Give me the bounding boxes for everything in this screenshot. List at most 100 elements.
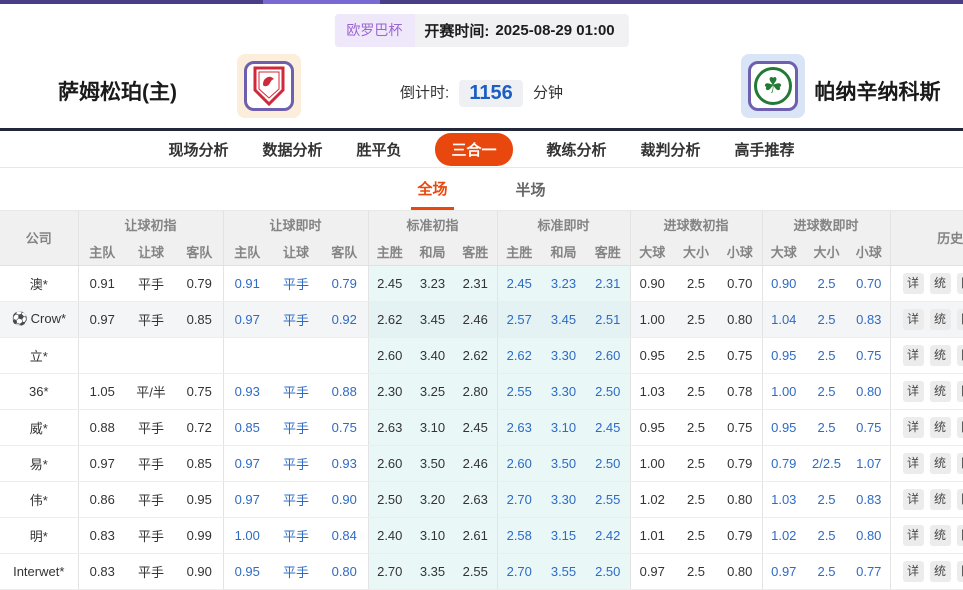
odds-cell[interactable]: 2.45 [586, 409, 630, 445]
odds-cell[interactable]: 0.80 [848, 373, 890, 409]
history-button[interactable]: 同 [957, 453, 963, 474]
odds-cell[interactable]: 0.90 [321, 481, 368, 517]
odds-cell[interactable]: 1.00 [762, 373, 805, 409]
odds-cell[interactable]: 0.83 [848, 481, 890, 517]
odds-cell[interactable]: 1.07 [848, 445, 890, 481]
company-cell[interactable]: 立* [0, 337, 78, 373]
history-button[interactable]: 同 [957, 273, 963, 294]
odds-cell[interactable]: 2.5 [805, 337, 848, 373]
odds-cell[interactable]: 3.50 [541, 445, 586, 481]
odds-cell[interactable]: 2.70 [497, 553, 541, 589]
odds-cell[interactable]: 3.10 [541, 409, 586, 445]
odds-cell[interactable]: 平手 [271, 373, 321, 409]
history-button[interactable]: 详 [903, 273, 924, 294]
history-button[interactable]: 同 [957, 381, 963, 402]
odds-cell[interactable]: 2.31 [586, 265, 630, 301]
subtab-full-match[interactable]: 全场 [411, 169, 453, 210]
tab-referee-analysis[interactable]: 裁判分析 [641, 139, 701, 160]
odds-cell[interactable] [223, 337, 271, 373]
odds-cell[interactable]: 3.15 [541, 517, 586, 553]
history-button[interactable]: 统 [930, 417, 951, 438]
odds-cell[interactable]: 2.55 [586, 481, 630, 517]
odds-cell[interactable]: 平手 [271, 265, 321, 301]
history-button[interactable]: 统 [930, 345, 951, 366]
history-button[interactable]: 同 [957, 525, 963, 546]
odds-cell[interactable]: 1.03 [762, 481, 805, 517]
odds-cell[interactable]: 0.92 [321, 301, 368, 337]
tab-data-analysis[interactable]: 数据分析 [262, 139, 322, 160]
odds-cell[interactable]: 0.95 [762, 409, 805, 445]
company-cell[interactable]: 易* [0, 445, 78, 481]
odds-cell[interactable]: 2.5 [805, 301, 848, 337]
odds-cell[interactable]: 0.91 [223, 265, 271, 301]
odds-cell[interactable]: 0.83 [848, 301, 890, 337]
odds-cell[interactable]: 3.30 [541, 481, 586, 517]
odds-cell[interactable]: 2.5 [805, 481, 848, 517]
odds-cell[interactable]: 0.97 [762, 553, 805, 589]
odds-cell[interactable]: 1.04 [762, 301, 805, 337]
odds-cell[interactable]: 2.45 [497, 265, 541, 301]
odds-cell[interactable]: 0.79 [762, 445, 805, 481]
history-button[interactable]: 同 [957, 561, 963, 582]
odds-cell[interactable]: 2.62 [497, 337, 541, 373]
odds-cell[interactable]: 0.93 [223, 373, 271, 409]
odds-cell[interactable]: 0.77 [848, 553, 890, 589]
odds-cell[interactable]: 0.95 [223, 553, 271, 589]
odds-cell[interactable]: 2.63 [497, 409, 541, 445]
odds-cell[interactable]: 0.75 [321, 409, 368, 445]
odds-cell[interactable]: 2.57 [497, 301, 541, 337]
odds-cell[interactable]: 0.88 [321, 373, 368, 409]
odds-cell[interactable]: 0.79 [321, 265, 368, 301]
odds-cell[interactable]: 3.55 [541, 553, 586, 589]
odds-cell[interactable]: 2.5 [805, 517, 848, 553]
odds-cell[interactable]: 0.90 [762, 265, 805, 301]
odds-cell[interactable]: 平手 [271, 301, 321, 337]
odds-cell[interactable]: 平手 [271, 409, 321, 445]
history-button[interactable]: 详 [903, 489, 924, 510]
history-button[interactable]: 同 [957, 345, 963, 366]
odds-cell[interactable]: 2.70 [497, 481, 541, 517]
company-cell[interactable]: Interwet* [0, 553, 78, 589]
odds-cell[interactable]: 3.23 [541, 265, 586, 301]
history-button[interactable]: 统 [930, 561, 951, 582]
odds-cell[interactable]: 0.80 [321, 553, 368, 589]
odds-cell[interactable]: 2.55 [497, 373, 541, 409]
odds-cell[interactable]: 0.70 [848, 265, 890, 301]
odds-cell[interactable]: 2.42 [586, 517, 630, 553]
odds-cell[interactable]: 0.80 [848, 517, 890, 553]
odds-cell[interactable]: 3.45 [541, 301, 586, 337]
odds-cell[interactable]: 2.5 [805, 373, 848, 409]
odds-cell[interactable]: 2.50 [586, 445, 630, 481]
history-button[interactable]: 统 [930, 273, 951, 294]
history-button[interactable]: 详 [903, 417, 924, 438]
company-cell[interactable]: ⚽Crow* [0, 301, 78, 337]
odds-cell[interactable]: 2.50 [586, 553, 630, 589]
odds-cell[interactable]: 1.02 [762, 517, 805, 553]
odds-cell[interactable]: 平手 [271, 481, 321, 517]
history-button[interactable]: 详 [903, 345, 924, 366]
odds-cell[interactable]: 平手 [271, 553, 321, 589]
odds-cell[interactable]: 0.75 [848, 337, 890, 373]
odds-cell[interactable]: 2.5 [805, 409, 848, 445]
history-button[interactable]: 统 [930, 309, 951, 330]
history-button[interactable]: 详 [903, 525, 924, 546]
odds-cell[interactable]: 平手 [271, 517, 321, 553]
odds-cell[interactable]: 2.5 [805, 265, 848, 301]
odds-cell[interactable]: 0.93 [321, 445, 368, 481]
tab-coach-analysis[interactable]: 教练分析 [547, 139, 607, 160]
company-cell[interactable]: 明* [0, 517, 78, 553]
odds-cell[interactable]: 3.30 [541, 373, 586, 409]
odds-cell[interactable]: 2.5 [805, 553, 848, 589]
tab-win-draw-lose[interactable]: 胜平负 [356, 139, 401, 160]
odds-cell[interactable] [271, 337, 321, 373]
history-button[interactable]: 同 [957, 417, 963, 438]
odds-cell[interactable]: 2.50 [586, 373, 630, 409]
odds-cell[interactable]: 2.58 [497, 517, 541, 553]
odds-cell[interactable]: 平手 [271, 445, 321, 481]
tab-expert-picks[interactable]: 高手推荐 [735, 139, 795, 160]
odds-cell[interactable]: 2.51 [586, 301, 630, 337]
odds-cell[interactable]: 0.85 [223, 409, 271, 445]
tab-live-analysis[interactable]: 现场分析 [168, 139, 228, 160]
history-button[interactable]: 详 [903, 453, 924, 474]
odds-cell[interactable]: 0.95 [762, 337, 805, 373]
